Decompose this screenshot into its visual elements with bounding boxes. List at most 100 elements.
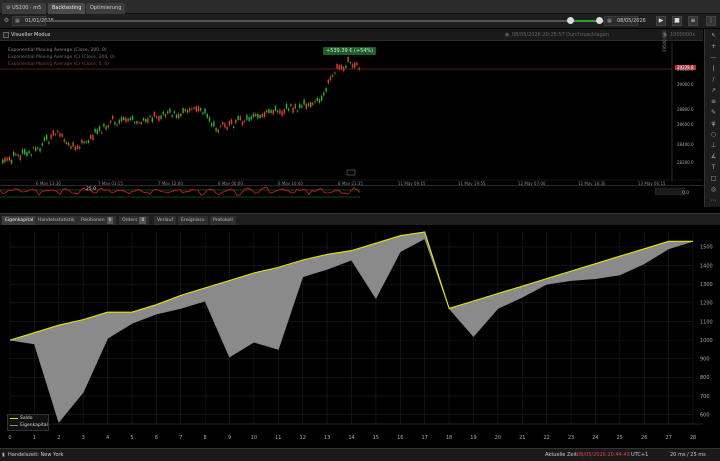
- more-icon[interactable]: ⋯: [709, 196, 718, 205]
- crosshair-icon[interactable]: +: [709, 42, 718, 51]
- candle-body: [259, 114, 261, 119]
- candle-body: [325, 88, 327, 92]
- candle-body: [323, 92, 325, 96]
- price-chart[interactable]: Exponential Moving Average (Close, 200, …: [0, 30, 703, 192]
- y-tick-label: 600: [700, 412, 710, 418]
- color-icon[interactable]: □: [709, 174, 718, 183]
- candle-body: [116, 124, 118, 126]
- candle-body: [336, 63, 338, 69]
- legend-swatch-saldo: [10, 418, 18, 419]
- horizontal-line-icon[interactable]: —: [709, 53, 718, 62]
- vertical-line-icon[interactable]: |: [709, 64, 718, 73]
- equity-chart[interactable]: 0 1 2 3 4 5 6 7 8 9 10 11 12 13 14 15 16 17 18 19 20 21 22 23 24…: [0, 226, 720, 448]
- candle-body: [24, 149, 26, 155]
- candle-body: [54, 134, 57, 136]
- candle-body: [10, 159, 13, 164]
- x-tick-label: 4: [106, 435, 109, 441]
- pencil-icon[interactable]: ✎: [709, 108, 718, 117]
- y-tick-label: 800: [700, 375, 710, 381]
- stop-button[interactable]: ■: [672, 16, 682, 26]
- ray-icon[interactable]: ↗: [709, 86, 718, 95]
- ellipse-icon[interactable]: ○: [709, 130, 718, 139]
- play-button[interactable]: ▶: [656, 16, 666, 26]
- y-tick-label: 1300: [700, 282, 713, 288]
- price-tick-label: 29400.0: [677, 67, 694, 72]
- candle-body: [160, 115, 162, 120]
- candle-body: [349, 62, 351, 64]
- tab-verlauf[interactable]: Verlauf: [154, 216, 177, 225]
- report-button[interactable]: ≡: [688, 16, 698, 26]
- x-tick-label: 25: [617, 435, 623, 441]
- tab-orders[interactable]: Orders 0: [119, 216, 150, 225]
- tab-ereignisse[interactable]: Ereignisse: [178, 216, 208, 225]
- candle-body: [206, 114, 208, 118]
- candle-body: [107, 125, 109, 128]
- fibonacci-fan-icon[interactable]: ∡: [709, 152, 718, 161]
- x-tick-label: 14: [348, 435, 354, 441]
- tab-verlauf-label: Verlauf: [157, 218, 174, 223]
- eye-icon[interactable]: ◎: [709, 185, 718, 194]
- utc-offset[interactable]: UTC+1: [631, 452, 648, 458]
- trend-line-icon[interactable]: ∕: [709, 75, 718, 84]
- candle-body: [138, 122, 140, 124]
- candle-body: [182, 108, 184, 113]
- mode-radio-icon[interactable]: ◉: [505, 32, 509, 38]
- candle-body: [30, 154, 32, 156]
- y-tick-label: 1000: [700, 338, 713, 344]
- x-tick-label: 22: [543, 435, 549, 441]
- measure-icon[interactable]: ⊥: [709, 141, 718, 150]
- candle-body: [39, 148, 41, 152]
- price-tick-label: 29000.0: [677, 82, 694, 87]
- candle-body: [290, 104, 292, 107]
- candle-body: [244, 120, 246, 122]
- mode-timestamp: 08/05/2026 20:25:57: [512, 32, 565, 38]
- legend-label-eigenkapital: Eigenkapital: [20, 423, 48, 428]
- y-tick-label: 1100: [700, 319, 713, 325]
- tab-backtesting[interactable]: Backtesting: [48, 3, 86, 14]
- candle-body: [358, 67, 360, 70]
- end-date-field[interactable]: ▦ 08/05/2026: [604, 16, 646, 26]
- candle-body: [17, 154, 19, 157]
- candle-body: [76, 145, 79, 150]
- speed-value: 1000000x: [670, 32, 696, 38]
- x-tick-label: 21: [519, 435, 525, 441]
- range-end-handle[interactable]: [596, 17, 603, 24]
- cursor-icon[interactable]: ↖: [709, 31, 718, 40]
- candle-body: [134, 122, 136, 124]
- current-time-value: 08/05/2026 20:44:43: [577, 452, 630, 458]
- candle-body: [316, 98, 318, 101]
- tab-handelsstatistik[interactable]: Handelsstatistik: [35, 216, 78, 225]
- progress-slider-track[interactable]: [44, 20, 604, 22]
- candle-body: [303, 99, 305, 105]
- tab-eigenkapital[interactable]: Eigenkapital: [2, 216, 37, 225]
- x-tick-label: 11: [275, 435, 281, 441]
- range-start-handle[interactable]: [567, 17, 574, 24]
- visual-mode-checkbox[interactable]: [3, 32, 9, 38]
- results-tab-strip: Eigenkapital Handelsstatistik Positionen…: [0, 213, 720, 225]
- x-tick-label: 20: [495, 435, 501, 441]
- candle-body: [334, 72, 336, 74]
- start-date-field[interactable]: ▦ 01/01/2026: [12, 16, 54, 26]
- tab-symbol[interactable]: ⚙ US100 · m5: [2, 3, 46, 14]
- fibonacci-icon[interactable]: ≡: [709, 97, 718, 106]
- pitchfork-icon[interactable]: ψ: [709, 119, 718, 128]
- candle-body: [338, 65, 340, 70]
- tab-protokoll[interactable]: Protokoll: [210, 216, 236, 225]
- menu-button[interactable]: ⋮: [706, 16, 716, 26]
- text-icon[interactable]: T: [709, 163, 718, 172]
- candle-body: [222, 122, 224, 125]
- settings-icon[interactable]: ⚙: [2, 17, 11, 25]
- x-tick-label: 17: [421, 435, 427, 441]
- y-tick-label: 1200: [700, 301, 713, 307]
- tab-optimierung[interactable]: Optimierung: [86, 3, 126, 14]
- candle-body: [162, 111, 164, 115]
- candle-body: [28, 150, 30, 154]
- orders-count-badge: 0: [139, 217, 147, 224]
- x-tick-label: 8: [204, 435, 207, 441]
- tab-optimierung-label: Optimierung: [90, 5, 122, 11]
- tab-positionen[interactable]: Positionen 0: [78, 216, 117, 225]
- candle-body: [351, 64, 354, 68]
- candle-body: [158, 115, 160, 121]
- tab-positionen-label: Positionen: [81, 218, 105, 223]
- oscillator-pane[interactable]: 25.0 0.0: [0, 185, 703, 205]
